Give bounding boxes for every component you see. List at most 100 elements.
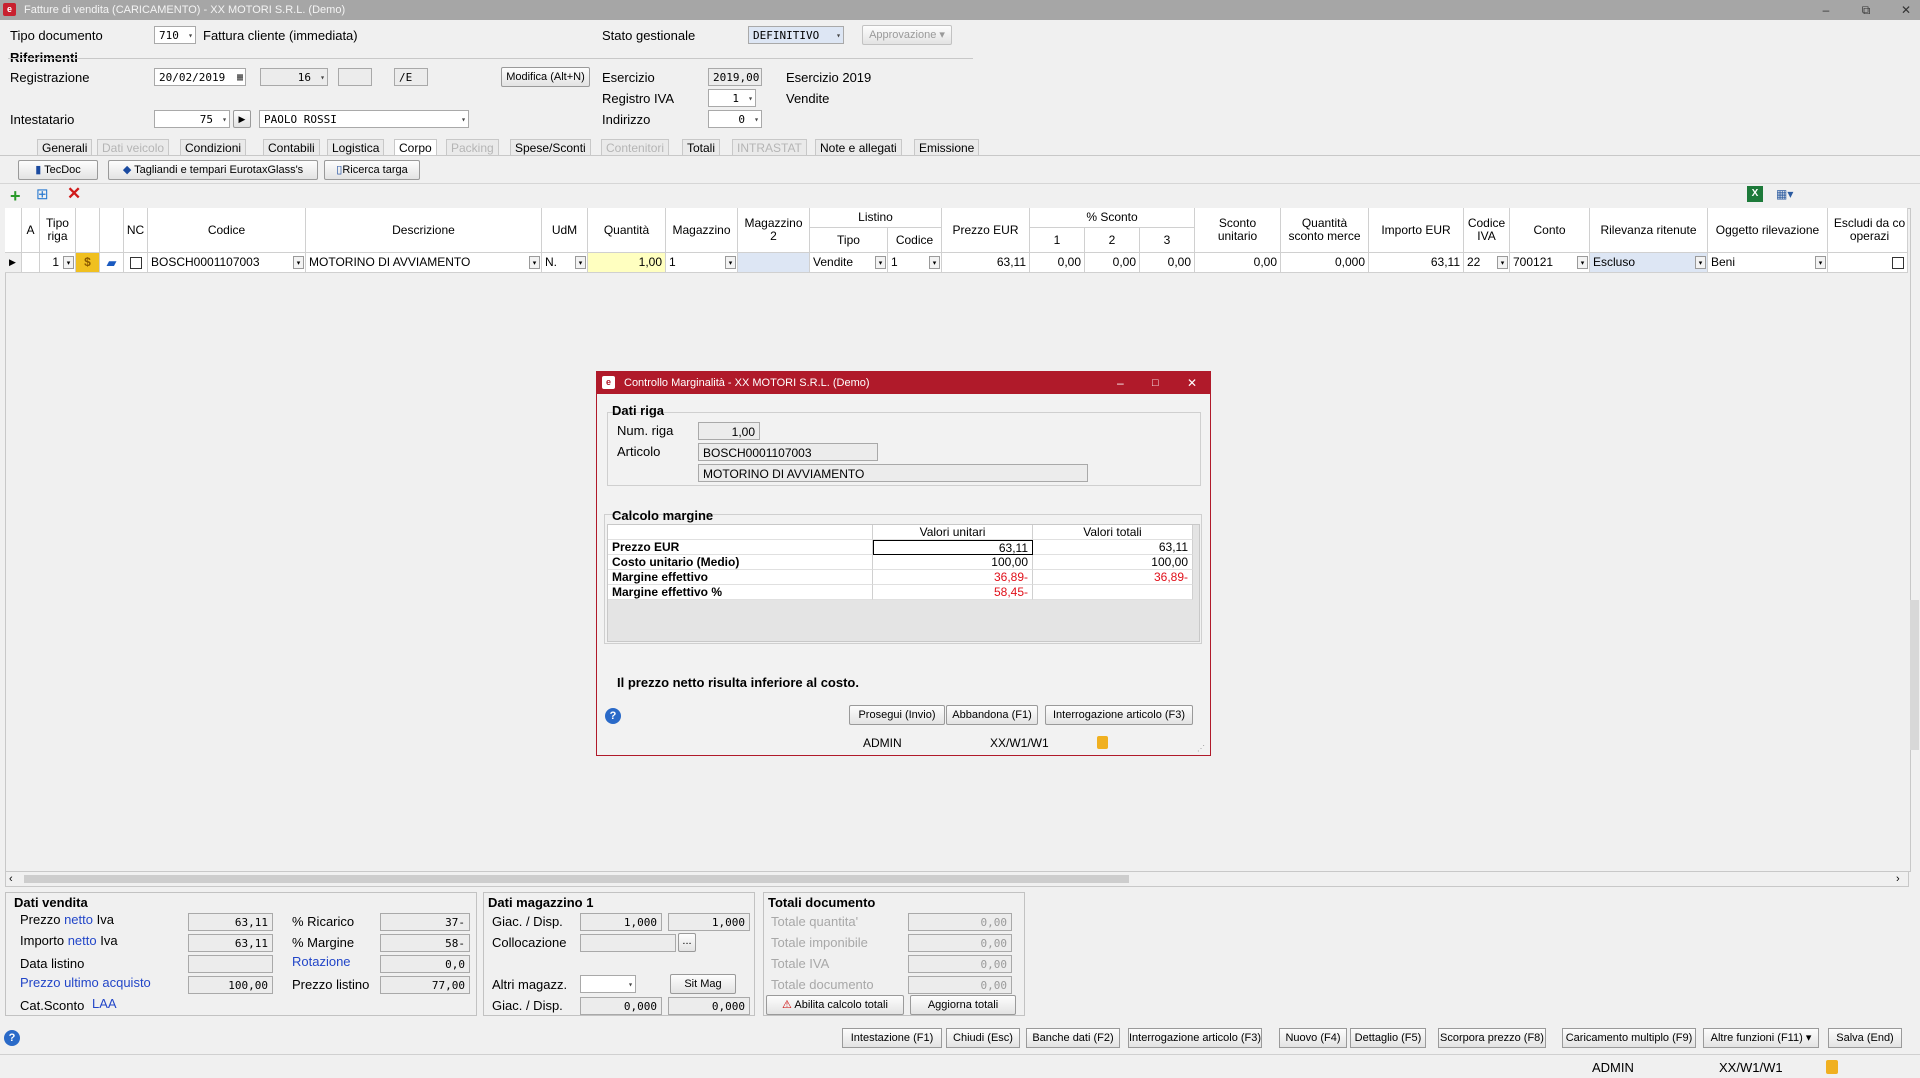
help-icon[interactable]: ? <box>4 1030 20 1046</box>
tab-spese-sconti[interactable]: Spese/Sconti <box>510 139 591 155</box>
col-sconto3-header[interactable]: 3 <box>1140 228 1195 253</box>
tecdoc-button[interactable]: ▮ TecDoc <box>18 160 98 180</box>
col-sconto-unitario-header[interactable]: Sconto unitario <box>1195 208 1281 253</box>
insert-row-icon[interactable]: ⊞ <box>36 186 49 204</box>
altre-funzioni-dropdown-icon[interactable]: ▾ <box>1803 1032 1812 1044</box>
col-listino-header[interactable]: Listino <box>810 208 942 228</box>
tab-emissione[interactable]: Emissione <box>914 139 980 155</box>
tab-contabili[interactable]: Contabili <box>263 139 320 155</box>
dialog-help-icon[interactable]: ? <box>605 708 621 724</box>
abbandona-button[interactable]: Abbandona (F1) <box>946 705 1038 725</box>
cell-importo[interactable]: 63,11 <box>1369 253 1464 273</box>
col-sconto2-header[interactable]: 2 <box>1085 228 1140 253</box>
prezzo-netto-iva-field[interactable]: 63,11 <box>188 913 273 931</box>
intestatario-name-field[interactable]: PAOLO ROSSI ▾ <box>259 110 469 128</box>
intestatario-nav-button[interactable]: ▶ <box>233 110 251 128</box>
registrazione-number-field[interactable]: 16 ▾ <box>260 68 328 86</box>
modifica-button[interactable]: Modifica (Alt+N) <box>501 67 590 87</box>
giacenza2-field[interactable]: 0,000 <box>580 997 662 1015</box>
interrogazione-articolo-dialog-button[interactable]: Interrogazione articolo (F3) <box>1045 705 1193 725</box>
col-prezzo-header[interactable]: Prezzo EUR <box>942 208 1030 253</box>
rotazione-link[interactable]: Rotazione <box>292 954 351 969</box>
nuovo-button[interactable]: Nuovo (F4) <box>1279 1028 1347 1048</box>
sit-mag-button[interactable]: Sit Mag <box>670 974 736 994</box>
cell-prezzo[interactable]: 63,11 <box>942 253 1030 273</box>
giacenza-field[interactable]: 1,000 <box>580 913 662 931</box>
col-nc-header[interactable]: NC <box>124 208 148 253</box>
escludi-checkbox[interactable] <box>1828 253 1908 273</box>
cell-tipo-riga[interactable]: 1 ▾ <box>40 253 76 273</box>
cell-sconto1[interactable]: 0,00 <box>1030 253 1085 273</box>
indirizzo-select[interactable]: 0 ▾ <box>708 110 762 128</box>
cell-udm[interactable]: N. ▾ <box>542 253 588 273</box>
excel-export-icon[interactable]: X <box>1747 186 1763 202</box>
prosegui-button[interactable]: Prosegui (Invio) <box>849 705 945 725</box>
ricarico-field[interactable]: 37- <box>380 913 470 931</box>
scorpora-prezzo-button[interactable]: Scorpora prezzo (F8) <box>1438 1028 1546 1048</box>
tagliandi-button[interactable]: ◆ Tagliandi e tempari EurotaxGlass's <box>108 160 318 180</box>
row-selector-icon[interactable]: ▶ <box>5 253 22 273</box>
tab-note-e-allegati[interactable]: Note e allegati <box>815 139 902 155</box>
nc-checkbox[interactable] <box>124 253 148 273</box>
horizontal-scrollbar[interactable]: ‹ › <box>5 871 1909 887</box>
col-quantita-header[interactable]: Quantità <box>588 208 666 253</box>
col-descrizione-header[interactable]: Descrizione <box>306 208 542 253</box>
disponibilita-field[interactable]: 1,000 <box>668 913 750 931</box>
registrazione-date-field[interactable]: 20/02/2019 ▦ <box>154 68 246 86</box>
col-tipo-riga-header[interactable]: Tipo riga <box>40 208 76 253</box>
registrazione-sezionale-field[interactable]: /E <box>394 68 428 86</box>
col-qta-sconto-merce-header[interactable]: Quantità sconto merce <box>1281 208 1369 253</box>
ricerca-targa-button[interactable]: ▯Ricerca targa <box>324 160 420 180</box>
collocazione-field[interactable] <box>580 934 676 952</box>
aggiorna-totali-button[interactable]: Aggiorna totali <box>910 995 1016 1015</box>
close-icon[interactable]: ✕ <box>1890 0 1920 20</box>
tab-intrastat[interactable]: INTRASTAT <box>732 139 807 155</box>
altre-funzioni-button[interactable]: Altre funzioni (F11) ▾ <box>1703 1028 1819 1048</box>
cell-sconto3[interactable]: 0,00 <box>1140 253 1195 273</box>
intestatario-code-field[interactable]: 75 ▾ <box>154 110 230 128</box>
tab-contenitori[interactable]: Contenitori <box>601 139 670 155</box>
cell-codice[interactable]: BOSCH0001107003 ▾ <box>148 253 306 273</box>
dialog-maximize-icon[interactable]: □ <box>1152 372 1159 394</box>
cell-listino-codice[interactable]: 1 ▾ <box>888 253 942 273</box>
scroll-thumb[interactable] <box>24 875 1129 883</box>
cell-sconto-unitario[interactable]: 0,00 <box>1195 253 1281 273</box>
restore-icon[interactable]: ⧉ <box>1850 0 1882 20</box>
interrogazione-articolo-button[interactable]: Interrogazione articolo (F3) <box>1128 1028 1262 1048</box>
abilita-calcolo-button[interactable]: ⚠ Abilita calcolo totali <box>766 995 904 1015</box>
col-magazzino2-header[interactable]: Magazzino 2 <box>738 208 810 253</box>
cell-qta-sconto-merce[interactable]: 0,000 <box>1281 253 1369 273</box>
intestazione-button[interactable]: Intestazione (F1) <box>842 1028 942 1048</box>
rotazione-field[interactable]: 0,0 <box>380 955 470 973</box>
cell-magazzino[interactable]: 1 ▾ <box>666 253 738 273</box>
cell-descrizione[interactable]: MOTORINO DI AVVIAMENTO ▾ <box>306 253 542 273</box>
registrazione-suffix-field[interactable] <box>338 68 372 86</box>
stato-select[interactable]: DEFINITIVO ▾ <box>748 26 844 44</box>
dettaglio-button[interactable]: Dettaglio (F5) <box>1350 1028 1426 1048</box>
col-listino-codice-header[interactable]: Codice <box>888 228 942 253</box>
tab-logistica[interactable]: Logistica <box>327 139 385 155</box>
col-codice-iva-header[interactable]: Codice IVA <box>1464 208 1510 253</box>
col-sconto1-header[interactable]: 1 <box>1030 228 1085 253</box>
price-dollar-icon[interactable]: $ <box>76 253 100 273</box>
prezzo-listino-field[interactable]: 77,00 <box>380 976 470 994</box>
banche-dati-button[interactable]: Banche dati (F2) <box>1026 1028 1120 1048</box>
cell-codice-iva[interactable]: 22 ▾ <box>1464 253 1510 273</box>
importo-netto-iva-field[interactable]: 63,11 <box>188 934 273 952</box>
registro-iva-select[interactable]: 1 ▾ <box>708 89 756 107</box>
col-escludi-header[interactable]: Escludi da co operazi <box>1828 208 1908 253</box>
col-listino-tipo-header[interactable]: Tipo <box>810 228 888 253</box>
salva-button[interactable]: Salva (End) <box>1828 1028 1902 1048</box>
tab-totali[interactable]: Totali <box>682 139 721 155</box>
column-config-icon[interactable]: ▦▾ <box>1776 186 1804 202</box>
caricamento-multiplo-button[interactable]: Caricamento multiplo (F9) <box>1562 1028 1696 1048</box>
tab-condizioni[interactable]: Condizioni <box>180 139 247 155</box>
tipo-documento-select[interactable]: 710 ▾ <box>154 26 196 44</box>
cat-sconto-value[interactable]: LAA <box>92 996 117 1011</box>
cell-magazzino2[interactable] <box>738 253 810 273</box>
delete-row-icon[interactable]: ✕ <box>67 185 81 203</box>
cell-conto[interactable]: 700121 ▾ <box>1510 253 1590 273</box>
col-conto-header[interactable]: Conto <box>1510 208 1590 253</box>
prezzo-ultimo-acquisto-field[interactable]: 100,00 <box>188 976 273 994</box>
vertical-scrollbar[interactable] <box>1910 600 1919 750</box>
